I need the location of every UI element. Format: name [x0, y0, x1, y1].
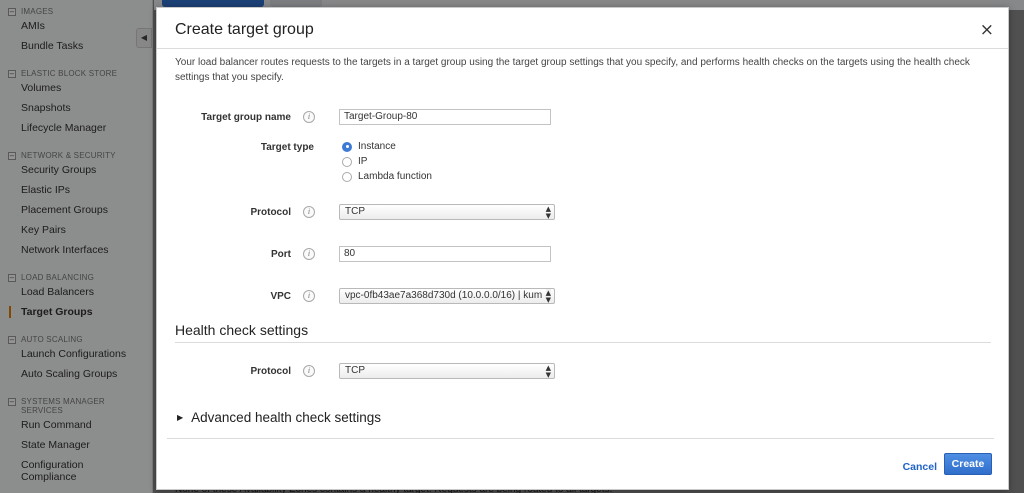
info-icon[interactable]: i [303, 206, 315, 218]
advanced-health-check-label: Advanced health check settings [191, 410, 382, 425]
protocol-label: Protocol [250, 207, 291, 218]
health-check-protocol-value: TCP [345, 365, 365, 376]
advanced-health-check-toggle[interactable]: ▶ Advanced health check settings [177, 410, 381, 425]
select-arrows-icon: ▲ ▼ [545, 364, 551, 379]
health-check-settings-heading: Health check settings [175, 322, 309, 338]
dialog-title: Create target group [175, 21, 314, 38]
port-input[interactable]: 80 [339, 246, 551, 262]
target-group-name-label: Target group name [201, 112, 291, 123]
create-target-group-dialog: Create target group × Your load balancer… [156, 7, 1009, 490]
cancel-button[interactable]: Cancel [903, 461, 937, 473]
select-arrows-icon: ▲ ▼ [545, 289, 551, 304]
protocol-select[interactable]: TCP ▲ ▼ [339, 204, 555, 220]
title-divider [157, 48, 1008, 49]
section-divider [175, 342, 991, 343]
health-check-protocol-select[interactable]: TCP ▲ ▼ [339, 363, 555, 379]
radio-label: IP [358, 156, 368, 167]
protocol-select-value: TCP [345, 206, 365, 217]
dialog-description: Your load balancer routes requests to th… [175, 57, 970, 83]
info-icon[interactable]: i [303, 111, 315, 123]
info-icon[interactable]: i [303, 365, 315, 377]
vpc-label: VPC [270, 291, 291, 302]
port-label: Port [271, 249, 291, 260]
target-group-name-input[interactable]: Target-Group-80 [339, 109, 551, 125]
radio-unchecked-icon[interactable] [342, 171, 352, 182]
vpc-select-value: vpc-0fb43ae7a368d730d (10.0.0.0/16) | ku… [345, 290, 543, 301]
info-icon[interactable]: i [303, 290, 315, 302]
caret-right-icon: ▶ [177, 413, 184, 422]
radio-label: Instance [358, 141, 396, 152]
info-icon[interactable]: i [303, 248, 315, 260]
radio-checked-icon[interactable] [342, 141, 352, 152]
vpc-select[interactable]: vpc-0fb43ae7a368d730d (10.0.0.0/16) | ku… [339, 288, 555, 304]
health-check-protocol-label: Protocol [250, 366, 291, 377]
radio-label: Lambda function [358, 171, 432, 182]
target-type-option-ip[interactable]: IP [342, 156, 367, 167]
target-type-option-instance[interactable]: Instance [342, 141, 396, 152]
select-arrows-icon: ▲ ▼ [545, 205, 551, 220]
create-button[interactable]: Create [944, 453, 992, 475]
target-type-label: Target type [260, 142, 314, 153]
footer-divider [167, 438, 994, 439]
close-icon[interactable]: × [980, 21, 994, 39]
radio-unchecked-icon[interactable] [342, 156, 352, 167]
target-type-option-lambda[interactable]: Lambda function [342, 171, 432, 182]
